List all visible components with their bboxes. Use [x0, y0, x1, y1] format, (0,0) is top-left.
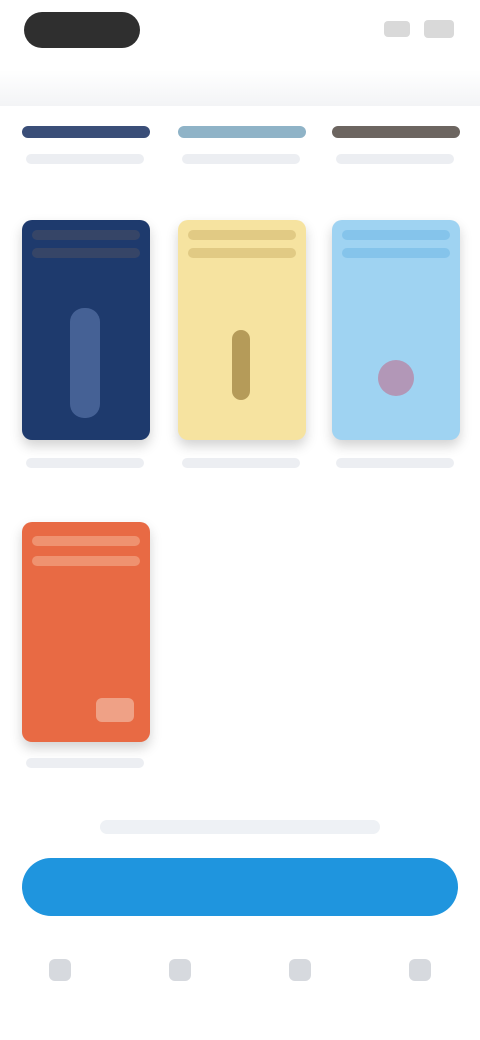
profile-icon[interactable]	[409, 959, 431, 981]
book-cover-2[interactable]	[178, 220, 306, 440]
book-caption-3	[336, 458, 454, 468]
signal-icon	[384, 21, 410, 37]
library-icon[interactable]	[289, 959, 311, 981]
battery-icon	[424, 20, 454, 38]
search-icon[interactable]	[169, 959, 191, 981]
primary-action-button[interactable]	[22, 858, 458, 916]
shelf-caption	[26, 154, 144, 164]
book-caption-1	[26, 458, 144, 468]
dynamic-island	[24, 12, 140, 48]
book-cover-1[interactable]	[22, 220, 150, 440]
divider	[100, 820, 380, 834]
status-bar	[0, 0, 480, 60]
shelf-title	[22, 126, 150, 138]
book-caption-2	[182, 458, 300, 468]
book-cover-3[interactable]	[332, 220, 460, 440]
book-caption-4	[26, 758, 144, 768]
shelf-title	[332, 126, 460, 138]
home-icon[interactable]	[49, 959, 71, 981]
header-strip	[0, 70, 480, 106]
status-icons	[384, 20, 454, 38]
shelf-caption	[182, 154, 300, 164]
bottom-nav	[0, 940, 480, 1000]
shelf-caption	[336, 154, 454, 164]
shelf-title	[178, 126, 306, 138]
book-cover-4[interactable]	[22, 522, 150, 742]
